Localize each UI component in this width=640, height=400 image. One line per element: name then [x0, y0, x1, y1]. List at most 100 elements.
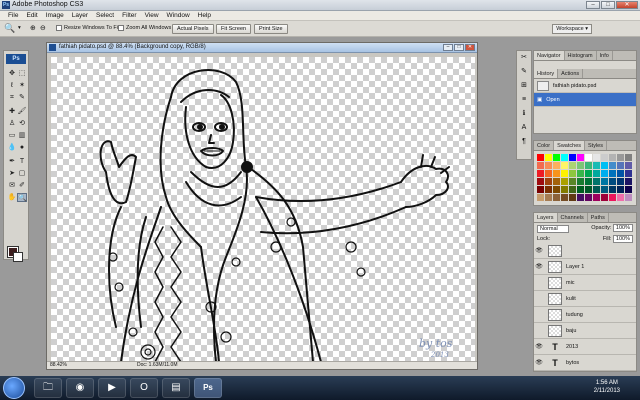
color-swatch[interactable] [537, 186, 544, 193]
tab-actions[interactable]: Actions [558, 69, 584, 78]
zoom-all-checkbox[interactable]: Zoom All Windows [118, 24, 171, 34]
tab-styles[interactable]: Styles [585, 141, 607, 150]
color-swatch[interactable] [537, 170, 544, 177]
layer-row[interactable]: 👁 Layer 1 [534, 259, 636, 275]
color-swatch[interactable] [625, 170, 632, 177]
menu-layer[interactable]: Layer [68, 11, 92, 20]
color-swatch[interactable] [625, 186, 632, 193]
dodge-tool-icon[interactable]: ● [17, 143, 27, 152]
eraser-tool-icon[interactable]: ▭ [7, 131, 17, 140]
clone-stamp-tool-icon[interactable]: ♙ [7, 119, 17, 128]
color-swatch[interactable] [537, 178, 544, 185]
tab-navigator[interactable]: Navigator [534, 51, 565, 60]
color-swatch[interactable] [617, 162, 624, 169]
tab-info[interactable]: Info [597, 51, 613, 60]
close-button[interactable]: ✕ [616, 1, 638, 9]
color-swatch[interactable] [593, 178, 600, 185]
eye-icon[interactable]: 👁 [534, 359, 544, 366]
tab-channels[interactable]: Channels [558, 213, 588, 222]
color-swatch[interactable] [561, 162, 568, 169]
paragraph-icon[interactable]: ¶ [517, 135, 531, 149]
color-swatch[interactable] [617, 170, 624, 177]
color-swatch[interactable] [577, 170, 584, 177]
folder-taskbar-icon[interactable]: ▤ [162, 378, 190, 398]
color-swatch[interactable] [545, 186, 552, 193]
color-swatch[interactable] [577, 178, 584, 185]
pen-tool-icon[interactable]: ✒ [7, 157, 17, 166]
system-clock[interactable]: 1:56 AM 2/11/2013 [594, 379, 620, 395]
menu-help[interactable]: Help [194, 11, 215, 20]
photoshop-taskbar-icon[interactable]: Ps [194, 378, 222, 398]
eye-icon[interactable]: 👁 [534, 247, 544, 254]
type-tool-icon[interactable]: T [17, 157, 27, 166]
color-swatch[interactable] [609, 154, 616, 161]
color-swatch[interactable] [617, 194, 624, 201]
color-swatch[interactable] [609, 170, 616, 177]
layer-row[interactable]: 👁 [534, 243, 636, 259]
color-swatch[interactable] [553, 170, 560, 177]
color-swatch[interactable] [593, 186, 600, 193]
color-swatch[interactable] [601, 162, 608, 169]
color-swatch[interactable] [553, 194, 560, 201]
color-swatch[interactable] [617, 186, 624, 193]
color-swatch[interactable] [585, 186, 592, 193]
color-swatch[interactable] [553, 186, 560, 193]
color-swatch[interactable] [545, 162, 552, 169]
color-swatch[interactable] [553, 178, 560, 185]
eye-icon[interactable]: 👁 [534, 263, 544, 270]
color-swatch[interactable] [561, 154, 568, 161]
color-swatch[interactable] [569, 194, 576, 201]
menu-image[interactable]: Image [42, 11, 68, 20]
background-color-swatch[interactable] [13, 252, 23, 262]
color-swatch[interactable] [609, 186, 616, 193]
print-size-button[interactable]: Print Size [254, 24, 288, 34]
history-brush-icon[interactable]: ✂ [517, 51, 531, 65]
color-swatch[interactable] [593, 194, 600, 201]
color-swatch[interactable] [601, 194, 608, 201]
color-swatch[interactable] [561, 170, 568, 177]
explorer-taskbar-icon[interactable]: 🗀 [34, 378, 62, 398]
document-info[interactable]: Doc: 1.63M/11.0M [137, 362, 177, 369]
menu-select[interactable]: Select [92, 11, 118, 20]
fit-screen-button[interactable]: Fit Screen [216, 24, 252, 34]
dropdown-arrow-icon[interactable]: ▾ [18, 24, 21, 34]
notes-tool-icon[interactable]: ✉ [7, 181, 17, 190]
doc-minimize-button[interactable]: – [443, 44, 453, 51]
color-swatch[interactable] [569, 170, 576, 177]
doc-maximize-button[interactable]: □ [454, 44, 464, 51]
history-state-open[interactable]: ▣ Open [534, 93, 636, 107]
menu-edit[interactable]: Edit [22, 11, 41, 20]
character-icon[interactable]: A [517, 121, 531, 135]
color-swatch[interactable] [585, 194, 592, 201]
zoom-out-icon[interactable]: ⊖ [40, 24, 46, 34]
layer-row[interactable]: kulit [534, 291, 636, 307]
tool-presets-icon[interactable]: ≡ [517, 93, 531, 107]
color-swatch[interactable] [601, 170, 608, 177]
color-swatch[interactable] [601, 186, 608, 193]
clone-source-icon[interactable]: ⊞ [517, 79, 531, 93]
minimize-button[interactable]: – [586, 1, 600, 9]
color-swatch[interactable] [569, 178, 576, 185]
maximize-button[interactable]: □ [601, 1, 615, 9]
history-brush-tool-icon[interactable]: ⟲ [17, 119, 27, 128]
zoom-tool-icon[interactable]: 🔍 [4, 24, 15, 34]
color-swatch[interactable] [545, 178, 552, 185]
doc-close-button[interactable]: ✕ [465, 44, 475, 51]
info-icon[interactable]: ℹ [517, 107, 531, 121]
blur-tool-icon[interactable]: 💧 [7, 143, 17, 152]
color-swatch[interactable] [593, 154, 600, 161]
color-swatch[interactable] [585, 170, 592, 177]
magic-wand-tool-icon[interactable]: ✶ [17, 81, 27, 90]
blend-mode-select[interactable]: Normal [537, 225, 569, 233]
tab-histogram[interactable]: Histogram [565, 51, 597, 60]
color-swatch[interactable] [545, 154, 552, 161]
layer-row[interactable]: 👁 T 2013 [534, 339, 636, 355]
tab-swatches[interactable]: Swatches [554, 141, 586, 150]
color-swatch[interactable] [585, 154, 592, 161]
color-swatch[interactable] [577, 194, 584, 201]
color-swatch[interactable] [561, 178, 568, 185]
color-swatch[interactable] [585, 178, 592, 185]
color-swatch[interactable] [617, 154, 624, 161]
zoom-level[interactable]: 88.42% [50, 362, 67, 369]
color-swatch[interactable] [569, 186, 576, 193]
